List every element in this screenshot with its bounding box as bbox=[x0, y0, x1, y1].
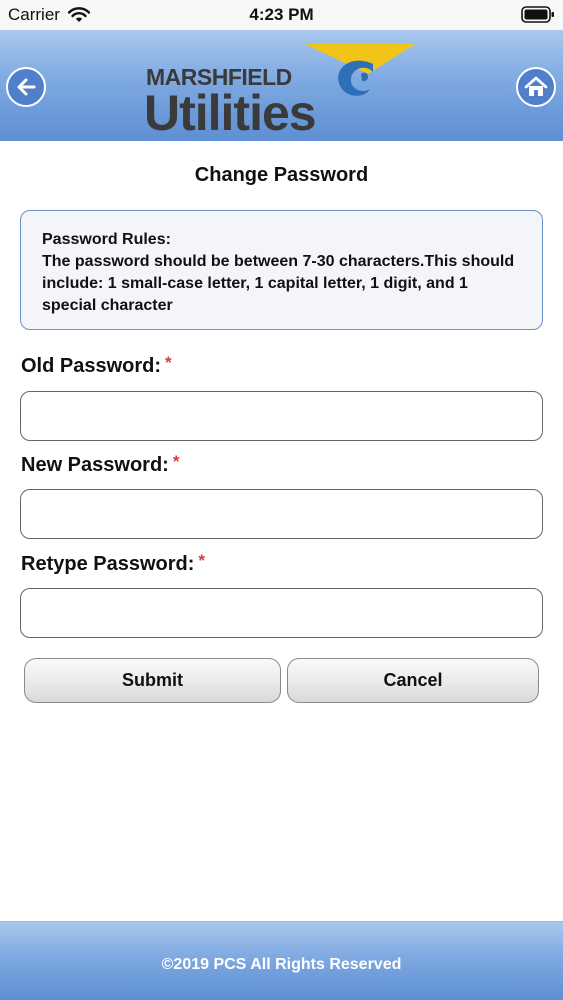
required-marker: * bbox=[172, 452, 180, 471]
copyright-text: ©2019 PCS All Rights Reserved bbox=[161, 956, 402, 973]
app-footer: ©2019 PCS All Rights Reserved bbox=[0, 921, 563, 1000]
cancel-button[interactable]: Cancel bbox=[287, 658, 539, 703]
old-password-label: Old Password: * bbox=[21, 353, 172, 378]
password-rules-box: Password Rules: The password should be b… bbox=[20, 210, 543, 330]
retype-password-label: Retype Password: * bbox=[21, 551, 206, 576]
battery-icon bbox=[521, 6, 554, 23]
password-rules-title: Password Rules: bbox=[42, 231, 171, 248]
status-time: 4:23 PM bbox=[249, 5, 314, 24]
back-button[interactable] bbox=[6, 67, 46, 107]
required-marker: * bbox=[198, 551, 206, 570]
arrow-left-icon bbox=[17, 78, 36, 96]
home-icon bbox=[524, 76, 548, 96]
page-title: Change Password bbox=[194, 164, 369, 186]
home-button[interactable] bbox=[516, 67, 556, 107]
old-password-label-text: Old Password: bbox=[21, 355, 162, 377]
retype-password-label-text: Retype Password: bbox=[21, 553, 195, 575]
submit-button[interactable]: Submit bbox=[24, 658, 281, 703]
retype-password-input[interactable] bbox=[20, 588, 543, 638]
required-marker: * bbox=[165, 353, 172, 372]
app-header: MARSHFIELD Utilities bbox=[0, 30, 563, 141]
new-password-label: New Password: * bbox=[21, 452, 180, 477]
status-bar: Carrier 4:23 PM bbox=[0, 0, 563, 30]
new-password-input[interactable] bbox=[20, 489, 543, 539]
password-rules-text: The password should be between 7-30 char… bbox=[42, 253, 515, 314]
new-password-label-text: New Password: bbox=[21, 454, 169, 476]
logo-line-2: Utilities bbox=[144, 85, 316, 134]
old-password-input[interactable] bbox=[20, 391, 543, 441]
marshfield-utilities-logo: MARSHFIELD Utilities bbox=[144, 44, 415, 134]
